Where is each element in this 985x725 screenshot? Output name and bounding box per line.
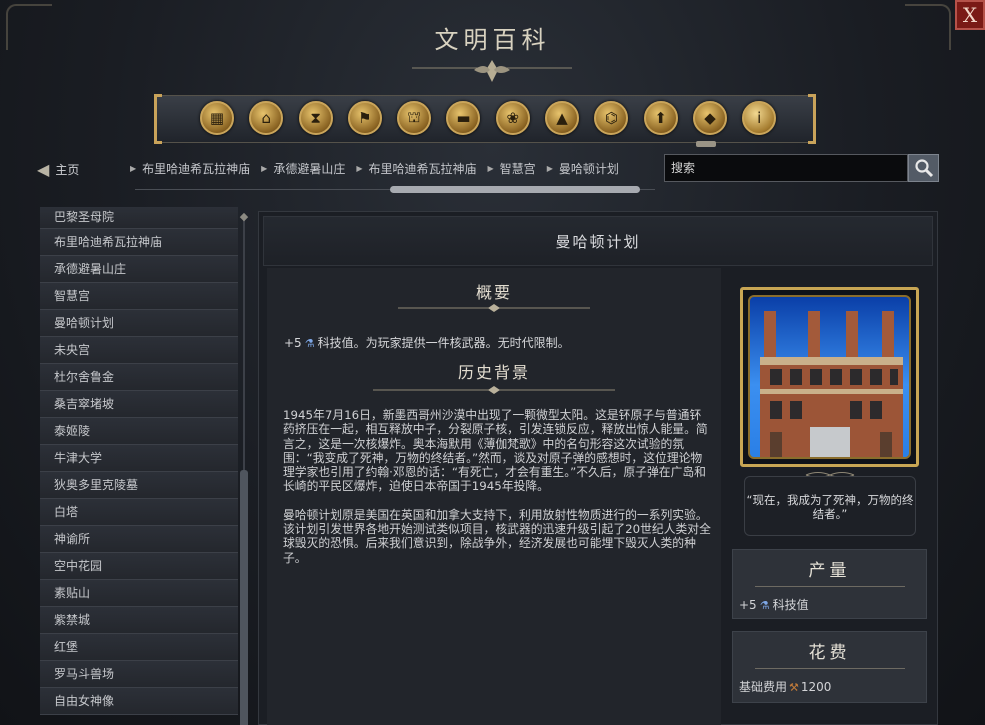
breadcrumb: ▶ 布里哈迪希瓦拉神庙 ▶ 承德避暑山庄 ▶ 布里哈迪希瓦拉神庙 ▶ 智慧宫 ▶ 曼哈顿计… [130,160,630,177]
flag-icon[interactable]: ⚑ [347,101,382,135]
breadcrumb-label: 承德避暑山庄 [273,162,346,176]
improvement-icon[interactable]: ⌬ [594,101,629,135]
sidebar-item[interactable]: 曼哈顿计划 [40,310,238,337]
breadcrumb-label: 曼哈顿计划 [558,162,619,176]
cost-row: 基础费用 ⚒ 1200 [733,678,926,695]
sidebar-item[interactable]: 牛津大学 [40,445,238,472]
summary-value: +5 [284,336,302,350]
breadcrumb-item[interactable]: ▶ 布里哈迪希瓦拉神庙 [356,160,476,177]
breadcrumb-label: 智慧宫 [499,162,536,176]
chevron-right-icon: ▶ [487,164,494,173]
sidebar-item[interactable]: 杜尔舍鲁金 [40,364,238,391]
breadcrumb-item[interactable]: ▶ 布里哈迪希瓦拉神庙 [130,160,250,177]
sidebar-list: 巴黎圣母院 布里哈迪希瓦拉神庙 承德避暑山庄 智慧宫 曼哈顿计划 未央宫 杜尔舍… [40,207,238,725]
article-title: 曼哈顿计划 [263,216,933,266]
sidebar-item[interactable]: 神谕所 [40,526,238,553]
sidebar-item[interactable]: 布里哈迪希瓦拉神庙 [40,229,238,256]
buildings-icon[interactable]: ⌂ [249,101,284,135]
scroll-cap-icon: ◆ [239,210,249,223]
cost-value: 1200 [800,680,832,694]
search-button[interactable] [908,154,939,182]
history-text: 1945年7月16日，新墨西哥州沙漠中出现了一颗微型太阳。这是钚原子与普通钚药挤… [283,408,713,579]
sidebar-item[interactable]: 智慧宫 [40,283,238,310]
breadcrumb-item[interactable]: ▶ 承德避暑山庄 [261,160,345,177]
bar-indicator [696,141,716,147]
units-icon[interactable]: ◆ [692,101,727,135]
yield-divider [754,586,905,587]
bar-bracket-right [808,94,816,144]
home-link[interactable]: ◀ 主页 [37,160,79,179]
sidebar-item[interactable]: 狄奥多里克陵墓 [40,472,238,499]
category-icon-bar: ▦ ⌂ ⧗ ⚑ ⛫ ▬ ❀ ▲ ⌬ ⬆ ◆ i [154,94,816,147]
search-input[interactable] [664,154,908,182]
heading-divider [398,304,590,312]
wonder-quote: “现在，我成为了死神，万物的终结者。” [744,476,916,536]
mountain-icon[interactable]: ▲ [545,101,580,135]
sidebar-item[interactable]: 白塔 [40,499,238,526]
resources-icon[interactable]: ❀ [495,101,530,135]
yield-heading: 产量 [808,561,851,581]
info-icon[interactable]: i [742,101,777,135]
summary-heading: 概要 [475,283,512,302]
heading-divider [373,386,615,394]
hourglass-icon[interactable]: ⧗ [298,101,333,135]
yield-row: +5 ⚗ 科技值 [733,596,926,613]
factory-illustration [760,311,903,457]
scroll-thumb[interactable] [240,470,248,725]
science-flask-icon: ⚗ [304,337,315,350]
breadcrumb-label: 布里哈迪希瓦拉神庙 [142,162,251,176]
breadcrumb-item[interactable]: ▶ 曼哈顿计划 [547,160,619,177]
sidebar-item[interactable]: 空中花园 [40,553,238,580]
cost-heading: 花费 [808,643,851,663]
sidebar-item[interactable]: 自由女神像 [40,688,238,715]
sidebar-item[interactable]: 紫禁城 [40,607,238,634]
sidebar-item[interactable]: 泰姬陵 [40,418,238,445]
chevron-right-icon: ▶ [356,164,363,173]
promotion-icon[interactable]: ⬆ [643,101,678,135]
yield-label: 科技值 [772,598,809,612]
government-icon[interactable]: ⛫ [397,101,432,135]
back-arrow-icon: ◀ [37,160,50,179]
sidebar-item[interactable]: 未央宫 [40,337,238,364]
sidebar-item[interactable]: 罗马斗兽场 [40,661,238,688]
chevron-right-icon: ▶ [261,164,268,173]
history-paragraph: 曼哈顿计划原是美国在英国和加拿大支持下，利用放射性物质进行的一系列实验。该计划引… [283,507,711,565]
sidebar-item[interactable]: 红堡 [40,634,238,661]
page-title: 文明百科 [434,26,551,54]
cost-label: 基础费用 [739,680,788,694]
terrain-icon[interactable]: ▬ [446,101,481,135]
summary-description: 科技值。为玩家提供一件核武器。无时代限制。 [317,336,570,350]
wonder-portrait [740,287,919,467]
chevron-right-icon: ▶ [130,164,137,173]
yield-box: 产量 +5 ⚗ 科技值 [732,549,927,619]
history-heading: 历史背景 [457,363,530,382]
summary-text: +5 ⚗ 科技值。为玩家提供一件核武器。无时代限制。 [284,334,570,351]
sidebar-item[interactable]: 承德避暑山庄 [40,256,238,283]
manhattan-project-image [748,295,911,459]
science-flask-icon: ⚗ [759,599,770,612]
breadcrumb-item[interactable]: ▶ 智慧宫 [488,160,536,177]
yield-value: +5 [739,598,757,612]
history-paragraph: 1945年7月16日，新墨西哥州沙漠中出现了一颗微型太阳。这是钚原子与普通钚药挤… [283,408,708,494]
chevron-right-icon: ▶ [546,164,553,173]
cost-box: 花费 基础费用 ⚒ 1200 [732,631,927,703]
title-ornament [412,60,572,82]
breadcrumb-scrollbar[interactable] [390,186,640,193]
sidebar-item[interactable]: 巴黎圣母院 [40,207,238,229]
search-icon [914,159,933,178]
wonders-icon[interactable]: ▦ [200,101,234,135]
breadcrumb-label: 布里哈迪希瓦拉神庙 [368,162,477,176]
bar-bracket-left [154,94,162,144]
home-label: 主页 [55,163,80,177]
sidebar-scrollbar[interactable]: ◆ [239,210,249,725]
cost-divider [754,668,905,669]
sidebar-item[interactable]: 桑吉窣堵坡 [40,391,238,418]
sidebar-item[interactable]: 素贴山 [40,580,238,607]
production-hammer-icon: ⚒ [789,681,799,694]
